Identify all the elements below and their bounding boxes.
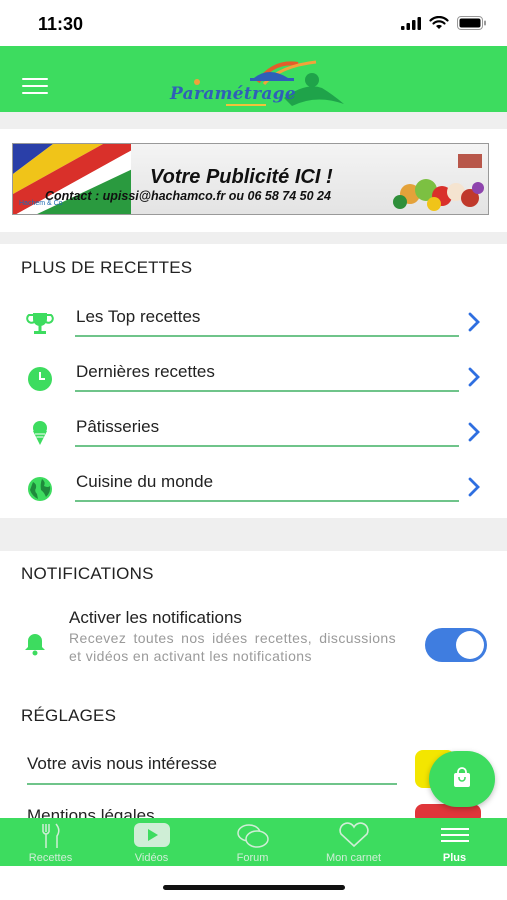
row-divider	[75, 500, 459, 502]
ad-banner[interactable]: Votre Publicité ICI ! Contact : upissi@h…	[12, 143, 489, 215]
recipe-link-label: Pâtisseries	[76, 417, 160, 436]
shop-fab-button[interactable]	[429, 751, 495, 807]
logo-text: Paramétrage	[170, 84, 296, 104]
notifications-toggle-label: Activer les notifications	[69, 608, 242, 627]
battery-icon	[457, 16, 486, 30]
row-divider	[27, 783, 397, 785]
recipe-link-label: Cuisine du monde	[76, 472, 214, 491]
vegetables-image	[393, 154, 484, 211]
notifications-section-title: NOTIFICATIONS	[21, 564, 154, 583]
section-divider	[0, 112, 507, 129]
tab-forum[interactable]: Forum	[202, 818, 303, 866]
play-icon	[133, 823, 170, 847]
app-header: Paramétrage	[0, 46, 507, 112]
row-divider	[75, 390, 459, 392]
tab-label: Recettes	[28, 852, 73, 864]
ad-title: Votre Publicité ICI !	[150, 166, 333, 188]
row-divider	[75, 335, 459, 337]
settings-section-title: RÉGLAGES	[21, 706, 117, 725]
recipe-link-top[interactable]: Les Top recettes	[0, 297, 507, 352]
utensils-icon	[41, 823, 59, 848]
recipe-link-latest[interactable]: Dernières recettes	[0, 352, 507, 407]
recipe-link-pastries[interactable]: Pâtisseries	[0, 407, 507, 462]
row-divider	[75, 445, 459, 447]
ad-contact: Contact : upissi@hachamco.fr ou 06 58 74…	[45, 189, 331, 203]
recipe-link-label: Les Top recettes	[76, 307, 201, 326]
home-indicator	[163, 885, 345, 890]
heart-icon	[338, 822, 369, 848]
recipe-link-label: Dernières recettes	[76, 362, 215, 381]
chevron-right-icon	[468, 312, 480, 332]
chat-bubbles-icon	[236, 824, 269, 848]
status-bar: 11:30	[0, 0, 507, 46]
status-time: 11:30	[38, 14, 84, 34]
menu-icon	[440, 828, 469, 842]
section-divider	[0, 518, 507, 551]
tab-videos[interactable]: Vidéos	[101, 818, 202, 866]
tab-recipes[interactable]: Recettes	[0, 818, 101, 866]
section-divider	[0, 232, 507, 244]
chevron-right-icon	[468, 422, 480, 442]
shopping-bag-icon	[454, 767, 470, 787]
globe-icon	[28, 477, 52, 501]
bell-icon	[25, 634, 45, 656]
tab-more[interactable]: Plus	[404, 818, 505, 866]
signal-icon	[401, 16, 421, 30]
notifications-toggle[interactable]	[425, 628, 487, 662]
wifi-icon	[429, 16, 449, 29]
chevron-right-icon	[468, 367, 480, 387]
tab-bar: Recettes Vidéos Forum Mon carnet Plus	[0, 818, 507, 866]
hamburger-menu-button[interactable]	[22, 78, 48, 96]
tab-label: Vidéos	[134, 852, 169, 864]
tab-my-notebook[interactable]: Mon carnet	[303, 818, 404, 866]
chevron-right-icon	[468, 477, 480, 497]
status-icons	[401, 16, 487, 30]
trophy-icon	[26, 313, 54, 334]
clock-icon	[28, 367, 52, 391]
tab-label: Forum	[236, 852, 269, 864]
tab-label: Plus	[442, 852, 467, 864]
ad-brand: Hachem & Co	[19, 200, 63, 207]
recipe-link-world[interactable]: Cuisine du monde	[0, 462, 507, 517]
settings-item-label: Votre avis nous intéresse	[27, 754, 217, 773]
recipes-section-title: PLUS DE RECETTES	[21, 258, 193, 277]
notifications-setting: Activer les notifications Recevez toutes…	[0, 600, 507, 690]
tab-label: Mon carnet	[325, 852, 382, 864]
toggle-knob	[456, 631, 484, 659]
app-logo: Paramétrage	[166, 54, 346, 112]
notifications-description: Recevez toutes nos idées recettes, discu…	[69, 630, 396, 664]
ice-cream-icon	[33, 421, 47, 445]
